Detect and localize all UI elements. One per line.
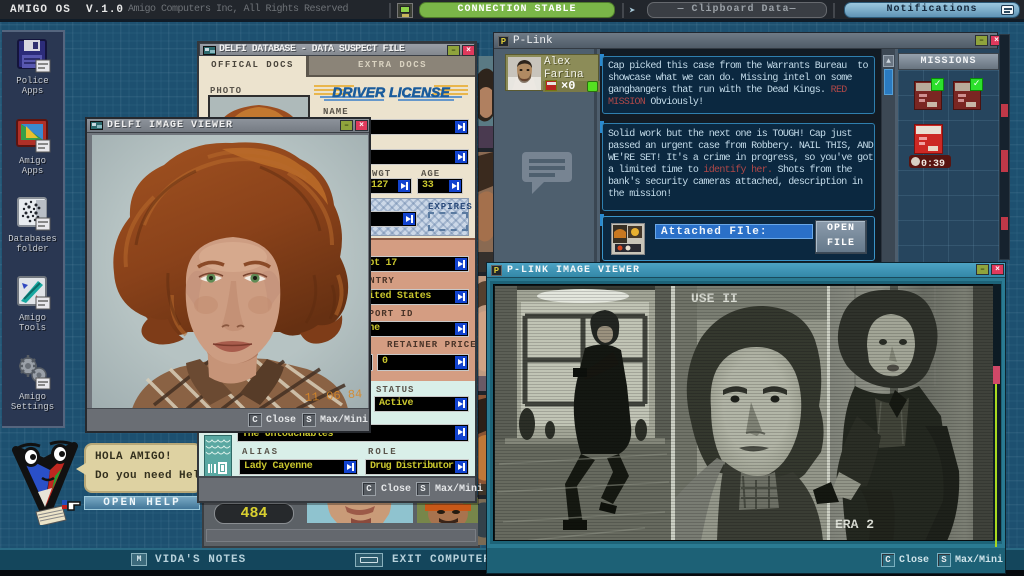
svg-text:DRIVER LICENSE: DRIVER LICENSE <box>332 84 450 100</box>
